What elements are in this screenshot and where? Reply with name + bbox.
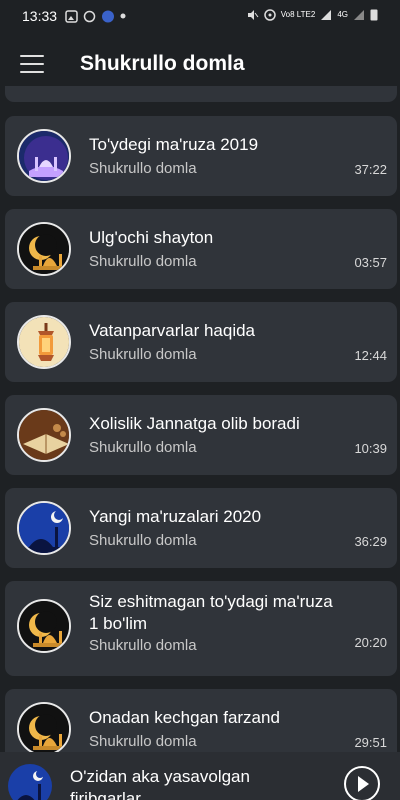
media-icon: [102, 10, 115, 22]
crescent-mosque-icon: [17, 599, 71, 653]
track-list[interactable]: To'ydegi ma'ruza 2019 Shukrullo domla 37…: [5, 86, 397, 782]
status-time: 13:33: [22, 8, 58, 24]
track-artist: Shukrullo domla: [89, 637, 197, 654]
list-item[interactable]: To'ydegi ma'ruza 2019 Shukrullo domla 37…: [5, 116, 397, 196]
crescent-mosque-icon: [17, 222, 71, 276]
track-duration: 37:22: [354, 162, 387, 177]
signal-2-icon: [354, 9, 364, 20]
mute-icon: [247, 9, 259, 20]
mosque-night-icon: [17, 129, 71, 183]
page-title: Shukrullo domla: [80, 52, 245, 75]
signal-icon: [321, 9, 332, 20]
track-title: Siz eshitmagan to'ydagi ma'ruza 1 bo'lim: [89, 592, 333, 633]
lantern-icon: [17, 315, 71, 369]
mosque-moon-icon: [17, 501, 71, 555]
list-item[interactable]: Yangi ma'ruzalari 2020 Shukrullo domla 3…: [5, 488, 397, 568]
list-item[interactable]: Ulg'ochi shayton Shukrullo domla 03:57: [5, 209, 397, 289]
mosque-moon-icon: [8, 764, 52, 800]
track-title: Yangi ma'ruzalari 2020: [89, 507, 262, 526]
track-title: To'ydegi ma'ruza 2019: [89, 135, 259, 154]
track-duration: 03:57: [354, 255, 387, 270]
track-duration: 10:39: [354, 441, 387, 456]
track-title: Onadan kechgan farzand: [89, 708, 280, 727]
track-artist: Shukrullo domla: [89, 439, 197, 456]
list-item[interactable]: Xolislik Jannatga olib boradi Shukrullo …: [5, 395, 397, 475]
sync-icon: [83, 10, 96, 22]
play-icon: [358, 776, 369, 792]
track-duration: 29:51: [354, 735, 387, 750]
signal-label: 4G: [337, 10, 348, 19]
track-duration: 12:44: [354, 348, 387, 363]
track-artist: Shukrullo domla: [89, 346, 197, 363]
dot-icon: [120, 13, 126, 19]
list-item-partial[interactable]: [5, 86, 397, 102]
network-label: Vo8 LTE2: [280, 10, 316, 19]
mini-player[interactable]: O'zidan aka yasavolgan firibgarlar: [0, 752, 400, 800]
track-artist: Shukrullo domla: [89, 160, 197, 177]
track-title: Ulg'ochi shayton: [89, 228, 214, 247]
track-duration: 36:29: [354, 534, 387, 549]
track-artist: Shukrullo domla: [89, 532, 197, 549]
battery-icon: [370, 9, 378, 21]
track-title: Xolislik Jannatga olib boradi: [89, 414, 300, 433]
gallery-icon: [65, 9, 78, 23]
player-track-title: O'zidan aka yasavolgan firibgarlar: [70, 767, 250, 800]
status-bar: 13:33 Vo8 LTE2 4G: [0, 0, 400, 32]
crescent-mosque-icon: [17, 702, 71, 756]
play-button[interactable]: [344, 766, 380, 800]
hotspot-icon: [264, 8, 276, 21]
track-artist: Shukrullo domla: [89, 253, 197, 270]
track-duration: 20:20: [354, 635, 387, 650]
list-item[interactable]: Vatanparvarlar haqida Shukrullo domla 12…: [5, 302, 397, 382]
track-artist: Shukrullo domla: [89, 733, 197, 750]
track-title: Vatanparvarlar haqida: [89, 321, 256, 340]
list-item[interactable]: Siz eshitmagan to'ydagi ma'ruza 1 bo'lim…: [5, 581, 397, 676]
menu-icon[interactable]: [20, 55, 44, 73]
quran-book-icon: [17, 408, 71, 462]
